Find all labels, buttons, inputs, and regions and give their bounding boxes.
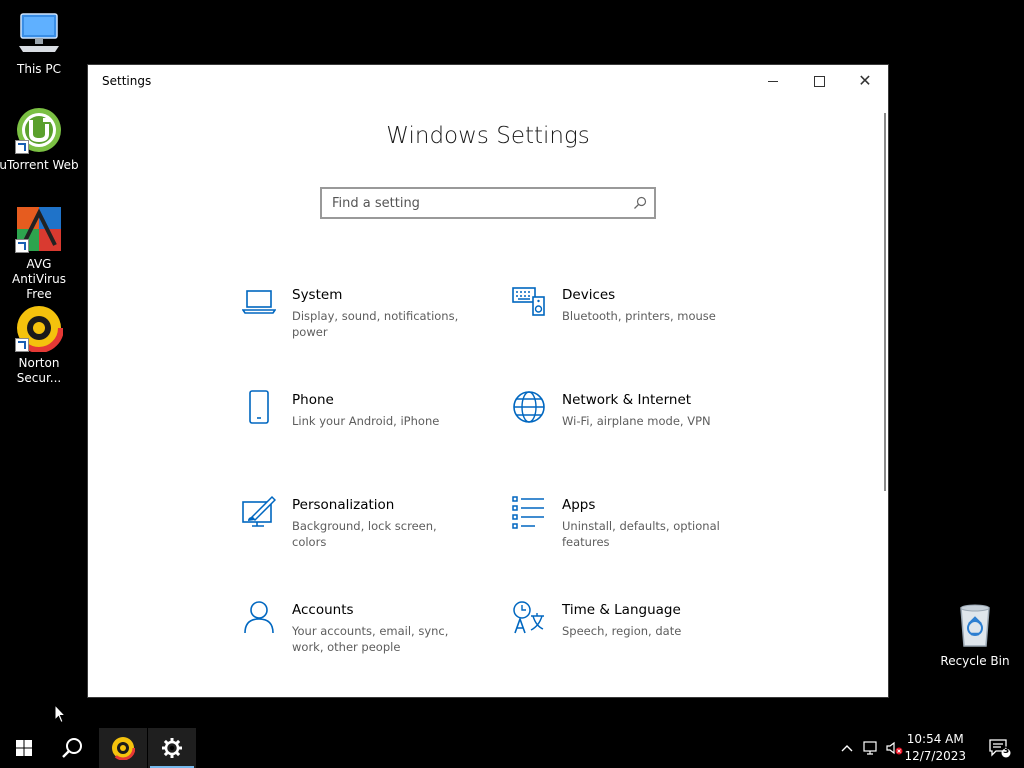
utorrent-icon [15,106,63,154]
tile-title: Apps [562,497,596,513]
globe-icon [512,390,548,426]
chevron-up-icon [841,745,853,752]
close-button[interactable]: ✕ [842,65,888,97]
search-input[interactable] [322,189,626,217]
tile-description: Speech, region, date [562,624,682,638]
settings-tile-personalization[interactable]: Personalization Background, lock screen,… [242,495,502,575]
mouse-cursor-icon [54,703,67,728]
tile-description: Uninstall, defaults, optional features [562,519,720,549]
action-center-button[interactable]: 3 [976,728,1024,768]
tile-title: Accounts [292,602,354,618]
maximize-button[interactable] [796,65,842,97]
gear-icon [162,738,182,758]
desktop-icon-utorrent[interactable]: uTorrent Web [0,106,79,173]
volume-tray-button[interactable] [884,728,906,768]
desktop-icon-label: uTorrent Web [0,158,79,172]
settings-tile-phone[interactable]: Phone Link your Android, iPhone [242,390,502,470]
tile-description: Display, sound, notifications, power [292,309,459,339]
desktop-icon-this-pc[interactable]: This PC [0,10,79,77]
search-button[interactable] [48,728,96,768]
network-icon [863,741,877,755]
scrollbar[interactable] [884,113,886,491]
show-hidden-icons-button[interactable] [836,728,858,768]
desktop-icon-label: AVG AntiVirus Free [12,257,66,301]
tile-description: Wi-Fi, airplane mode, VPN [562,414,711,428]
search-icon [62,738,82,758]
person-icon [242,600,278,636]
desktop-icon-label: Norton Secur... [16,356,62,385]
settings-tile-time-language[interactable]: Time & Language Speech, region, date [512,600,772,680]
windows-logo-icon [16,740,32,756]
clock-time: 10:54 AM [906,732,964,746]
search-icon[interactable] [626,196,654,210]
settings-tile-devices[interactable]: Devices Bluetooth, printers, mouse [512,285,772,365]
keyboard-speaker-icon [512,285,548,321]
apps-list-icon [512,495,548,531]
norton-icon [111,736,135,760]
tile-title: Time & Language [562,602,681,618]
desktop-icon-norton[interactable]: Norton Secur... [0,303,79,386]
desktop-icon-label: This PC [17,62,61,76]
window-title: Settings [102,74,152,88]
tile-description: Link your Android, iPhone [292,414,440,428]
paint-monitor-icon [242,495,278,531]
title-bar[interactable]: Settings ✕ [88,65,888,97]
clock-date: 12/7/2023 [904,749,966,763]
desktop-icon-label: Recycle Bin [940,654,1010,668]
settings-tile-apps[interactable]: Apps Uninstall, defaults, optional featu… [512,495,772,575]
minimize-icon [768,80,778,82]
close-icon: ✕ [858,71,872,90]
taskbar-settings-button[interactable] [148,728,196,768]
recycle-bin-icon [951,602,999,650]
phone-icon [242,390,278,426]
tile-title: Network & Internet [562,392,692,408]
norton-icon [14,303,64,353]
notification-count-badge: 3 [1003,746,1010,756]
settings-tile-accounts[interactable]: Accounts Your accounts, email, sync, wor… [242,600,502,680]
laptop-icon [241,285,278,321]
tile-description: Background, lock screen, colors [292,519,437,549]
avg-icon [15,205,63,253]
volume-muted-icon [886,741,903,755]
shortcut-arrow-icon [15,140,29,154]
network-tray-button[interactable] [860,728,882,768]
tile-description: Your accounts, email, sync, work, other … [292,624,449,654]
computer-icon [15,10,63,58]
tile-title: Personalization [292,497,395,513]
tile-title: Phone [292,392,334,408]
settings-tile-network[interactable]: Network & Internet Wi-Fi, airplane mode,… [512,390,772,470]
taskbar-norton-button[interactable] [99,728,147,768]
search-box [320,187,656,219]
shortcut-arrow-icon [15,239,29,253]
page-title: Windows Settings [386,123,590,149]
desktop-icon-recycle-bin[interactable]: Recycle Bin [935,602,1015,669]
time-language-icon [512,600,548,636]
settings-tile-system[interactable]: System Display, sound, notifications, po… [241,285,502,365]
desktop-icon-avg[interactable]: AVG AntiVirus Free [0,205,79,302]
settings-window: Settings ✕ Windows Settings System Displ… [88,65,888,697]
tile-title: System [292,287,343,303]
maximize-icon [813,75,825,87]
start-button[interactable] [0,728,48,768]
shortcut-arrow-icon [15,338,29,352]
tile-title: Devices [562,287,616,303]
taskbar: 10:54 AM 12/7/2023 3 [0,728,1024,768]
clock[interactable]: 10:54 AM 12/7/2023 [904,731,966,765]
minimize-button[interactable] [750,65,796,97]
tile-description: Bluetooth, printers, mouse [562,309,716,323]
